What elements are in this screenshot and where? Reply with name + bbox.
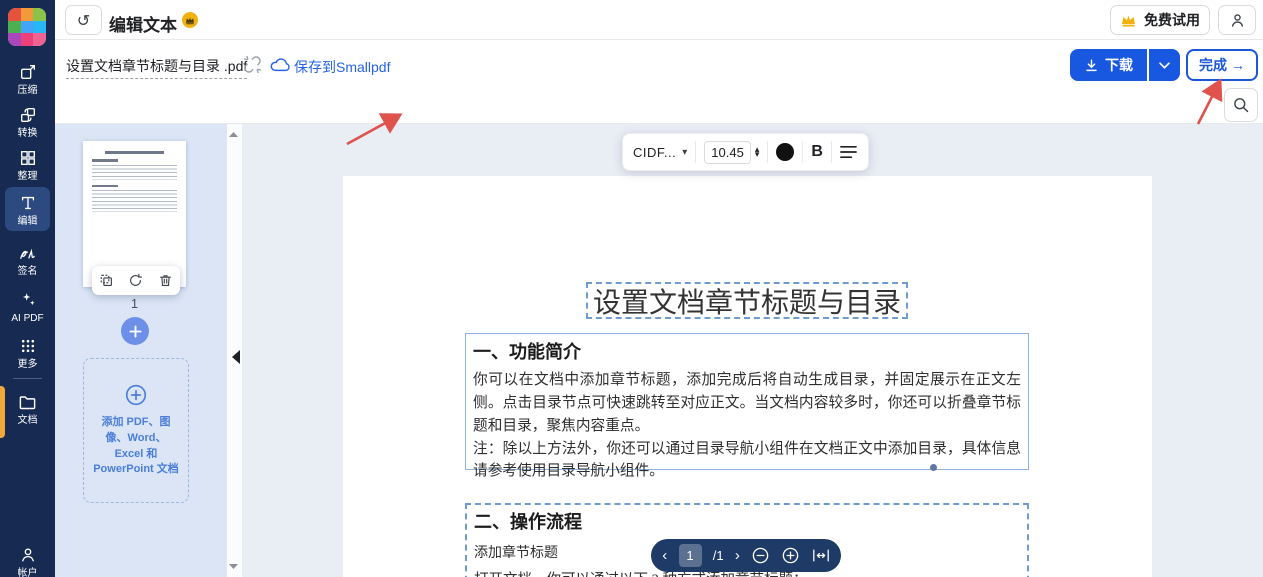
plus-icon — [128, 324, 142, 338]
save-to-smallpdf-link[interactable]: 保存到Smallpdf — [294, 57, 390, 77]
download-options-button[interactable] — [1149, 49, 1180, 81]
finish-button[interactable]: 完成 → — [1186, 49, 1258, 81]
sidebar-item-edit[interactable]: 编辑 — [0, 187, 55, 231]
font-size-stepper: 10.45 ▴ ▾ — [704, 140, 760, 164]
back-button[interactable]: ↺ — [65, 5, 102, 35]
free-trial-label: 免费试用 — [1144, 12, 1200, 28]
edit-text-icon — [0, 193, 55, 213]
more-grid-icon — [0, 336, 55, 356]
sidebar-item-ai-pdf[interactable]: AI PDF — [0, 290, 55, 324]
profile-button[interactable] — [1218, 5, 1256, 35]
scroll-up-arrow[interactable] — [228, 130, 239, 138]
search-icon — [1234, 98, 1249, 113]
zoom-out-button[interactable] — [751, 546, 770, 565]
back-icon: ↺ — [76, 10, 91, 30]
resize-handle[interactable] — [930, 464, 937, 471]
sidebar-item-more[interactable]: 更多 — [0, 336, 55, 370]
font-family-dropdown[interactable]: CIDF... ▾ — [633, 145, 687, 160]
fit-width-button[interactable] — [812, 548, 830, 563]
font-size-value[interactable]: 10.45 — [704, 140, 751, 164]
current-page-field[interactable]: 1 — [678, 544, 702, 567]
thumbnail-actions — [92, 266, 180, 295]
add-files-dropzone[interactable]: 添加 PDF、图像、Word、Excel 和 PowerPoint 文档 — [83, 358, 189, 503]
download-button[interactable]: 下载 — [1070, 49, 1147, 81]
search-button[interactable] — [1224, 88, 1258, 122]
thumbnail-content — [83, 151, 186, 212]
sidebar-item-label: AI PDF — [11, 313, 44, 324]
delete-page-button[interactable] — [158, 273, 173, 288]
unlink-icon[interactable] — [243, 55, 262, 74]
arrow-right-icon: → — [1231, 57, 1245, 73]
cloud-icon — [270, 56, 290, 72]
align-button[interactable] — [840, 145, 857, 159]
font-family-value: CIDF... — [633, 144, 677, 160]
format-divider — [767, 141, 769, 163]
next-page-button[interactable]: › — [735, 548, 740, 563]
premium-crown-icon — [182, 12, 198, 28]
selected-title-textbox[interactable]: 设置文档章节标题与目录 — [586, 282, 908, 319]
folder-icon — [0, 392, 55, 412]
user-icon — [1231, 13, 1243, 27]
chevron-down-icon — [1159, 61, 1170, 69]
crown-icon — [1122, 15, 1135, 27]
sidebar-item-convert[interactable]: 转换 — [0, 105, 55, 139]
section1-note: 注：除以上方法外，你还可以通过目录导航小组件在文档正文中添加目录，具体信息请参考… — [473, 441, 1021, 479]
prev-page-button[interactable]: ‹ — [662, 548, 667, 563]
sidebar-item-label: 转换 — [17, 128, 38, 139]
format-divider — [802, 141, 804, 163]
add-page-button[interactable] — [121, 317, 149, 345]
add-files-label: 添加 PDF、图像、Word、Excel 和 PowerPoint 文档 — [93, 415, 179, 476]
document-title: 设置文档章节标题与目录 — [592, 287, 901, 319]
scroll-down-arrow[interactable] — [228, 563, 239, 571]
sidebar-item-label: 编辑 — [17, 216, 38, 227]
bold-button[interactable]: B — [811, 143, 823, 161]
user-icon — [0, 545, 55, 565]
finish-label: 完成 — [1199, 57, 1227, 73]
text-format-toolbar: CIDF... ▾ 10.45 ▴ ▾ B — [622, 133, 869, 171]
download-icon — [1086, 59, 1097, 71]
compress-icon — [0, 62, 55, 82]
sidebar-item-sign[interactable]: 签名 — [0, 243, 55, 277]
sidebar-item-label: 压缩 — [17, 85, 38, 96]
download-label: 下载 — [1105, 57, 1133, 73]
sidebar-divider — [13, 378, 42, 379]
page-title: 编辑文本 — [109, 16, 177, 35]
tool-sidebar: 压缩 转换 整理 编辑 签名 AI PDF 更多 文档 帐户 — [0, 0, 55, 577]
sidebar-item-label: 帐户 — [17, 568, 38, 577]
sidebar-item-organize[interactable]: 整理 — [0, 148, 55, 182]
total-pages-label: /1 — [712, 548, 724, 563]
signature-icon — [0, 243, 55, 263]
section2-heading: 二、操作流程 — [474, 512, 582, 532]
duplicate-page-button[interactable] — [99, 273, 114, 288]
sidebar-item-label: 更多 — [17, 359, 38, 370]
sidebar-item-account[interactable]: 帐户 — [0, 545, 55, 577]
collapse-panel-handle[interactable] — [231, 349, 241, 365]
plus-circle-icon — [125, 384, 147, 405]
sidebar-item-compress[interactable]: 压缩 — [0, 62, 55, 96]
pdf-editor-app: 压缩 转换 整理 编辑 签名 AI PDF 更多 文档 帐户 ↺ 编辑文本 免费… — [0, 0, 1263, 577]
thumbnail-page-number: 1 — [130, 296, 139, 311]
size-decrease-button[interactable]: ▾ — [755, 149, 760, 159]
sidebar-item-documents[interactable]: 文档 — [0, 392, 55, 426]
page-navigation-bar: ‹ 1 /1 › — [651, 539, 841, 572]
file-name[interactable]: 设置文档章节标题与目录 .pdf — [66, 56, 248, 79]
sidebar-item-label: 签名 — [17, 266, 38, 277]
section1-textbox[interactable]: 一、功能简介 你可以在文档中添加章节标题，添加完成后将自动生成目录，并固定展示在… — [465, 333, 1029, 479]
sparkles-icon — [0, 290, 55, 310]
free-trial-button[interactable]: 免费试用 — [1110, 5, 1210, 35]
text-color-swatch[interactable] — [776, 143, 795, 161]
format-divider — [830, 141, 832, 163]
organize-icon — [0, 148, 55, 168]
smallpdf-logo[interactable] — [8, 8, 46, 46]
rotate-page-button[interactable] — [128, 273, 143, 288]
section1-heading: 一、功能简介 — [473, 342, 581, 362]
chevron-down-icon: ▾ — [682, 146, 688, 158]
sidebar-item-label: 文档 — [17, 415, 38, 426]
zoom-in-button[interactable] — [781, 546, 800, 565]
sidebar-item-label: 整理 — [17, 171, 38, 182]
top-header — [55, 0, 1263, 40]
section1-paragraph: 你可以在文档中添加章节标题，添加完成后将自动生成目录，并固定展示在正文左侧。点击… — [473, 372, 1021, 434]
convert-icon — [0, 105, 55, 125]
format-divider — [695, 141, 697, 163]
